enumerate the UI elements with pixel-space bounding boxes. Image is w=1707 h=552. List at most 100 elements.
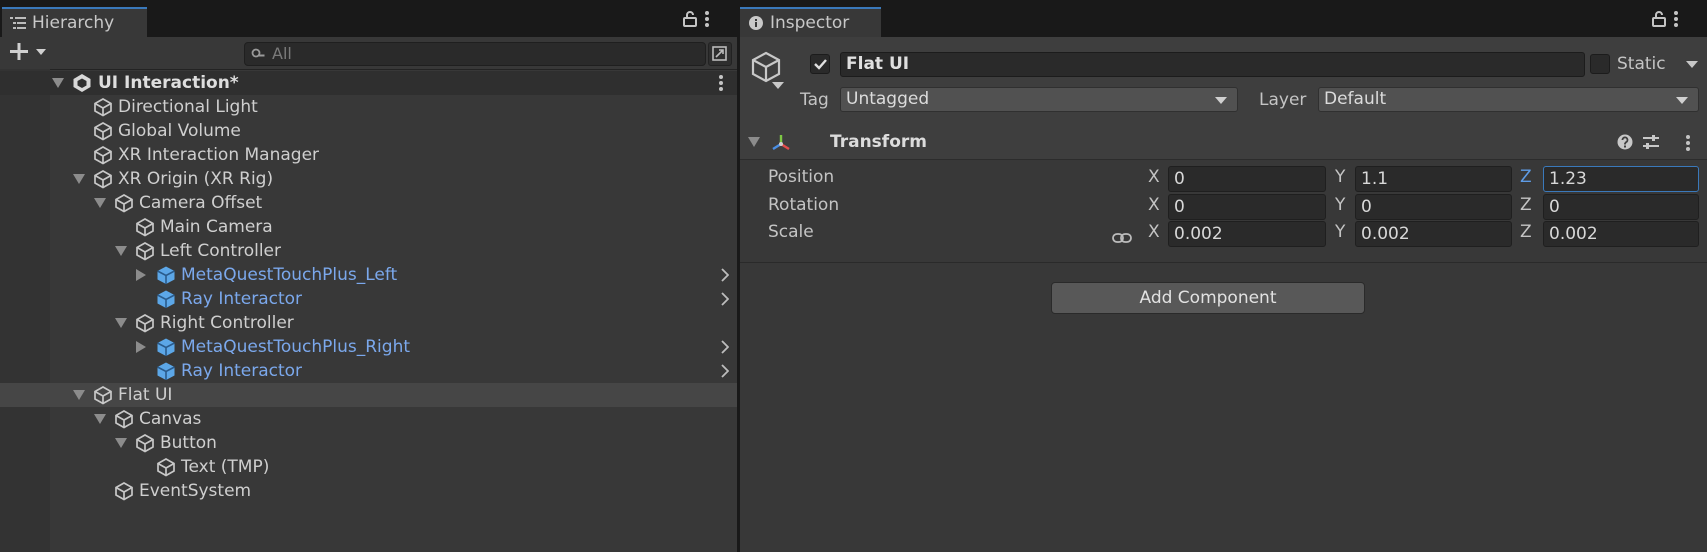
more-options-icon[interactable] (705, 11, 709, 27)
scale-z-field[interactable]: 0.002 (1543, 221, 1699, 247)
chevron-right-icon[interactable] (721, 340, 729, 354)
collapse-arrow-icon[interactable] (136, 269, 146, 281)
item-label: XR Origin (XR Rig) (118, 169, 274, 189)
expand-arrow-icon[interactable] (73, 390, 85, 400)
static-checkbox[interactable] (1590, 54, 1610, 74)
chevron-right-icon[interactable] (721, 268, 729, 282)
expand-arrow-icon[interactable] (94, 198, 106, 208)
static-dropdown-arrow[interactable] (1686, 61, 1698, 69)
gameobject-icon[interactable] (750, 50, 782, 84)
hierarchy-item[interactable]: Ray Interactor (0, 359, 737, 383)
hierarchy-panel: Hierarchy All UI Interaction* Directional… (0, 0, 737, 552)
expand-arrow-icon[interactable] (52, 78, 64, 88)
more-options-icon[interactable] (1686, 135, 1690, 151)
tab-hierarchy[interactable]: Hierarchy (2, 7, 147, 37)
hierarchy-item[interactable]: Directional Light (0, 95, 737, 119)
transform-header[interactable]: Transform (740, 127, 1707, 160)
position-z-field[interactable]: 1.23 (1543, 166, 1699, 192)
item-label: Flat UI (118, 385, 173, 405)
collapse-arrow-icon[interactable] (136, 341, 146, 353)
chevron-right-icon[interactable] (721, 292, 729, 306)
tab-label: Inspector (770, 13, 850, 33)
hierarchy-item[interactable]: Ray Interactor (0, 287, 737, 311)
active-checkbox[interactable] (810, 54, 830, 74)
x-axis-label[interactable]: X (1148, 195, 1160, 215)
y-axis-label[interactable]: Y (1335, 195, 1345, 215)
layer-label: Layer (1259, 90, 1307, 110)
position-label: Position (768, 167, 835, 187)
object-name-field[interactable]: Flat UI (840, 52, 1585, 77)
item-label: Button (160, 433, 217, 453)
lock-icon[interactable] (1652, 11, 1666, 27)
rotation-x-field[interactable]: 0 (1168, 194, 1326, 220)
rotation-z-field[interactable]: 0 (1543, 194, 1699, 220)
expand-arrow-icon[interactable] (73, 174, 85, 184)
rotation-label: Rotation (768, 195, 840, 215)
item-label: Right Controller (160, 313, 294, 333)
more-options-icon[interactable] (719, 75, 723, 91)
gameobject-icon (114, 193, 134, 213)
inspector-panel: Inspector Flat UI Static Tag Untagged La… (740, 0, 1707, 552)
search-input[interactable]: All (244, 42, 706, 66)
more-options-icon[interactable] (1674, 11, 1678, 27)
item-label: Left Controller (160, 241, 282, 261)
hierarchy-item[interactable]: Button (0, 431, 737, 455)
scale-x-field[interactable]: 0.002 (1168, 221, 1326, 247)
z-axis-label[interactable]: Z (1520, 167, 1532, 187)
hierarchy-item[interactable]: Flat UI (0, 383, 737, 407)
hierarchy-item[interactable]: XR Interaction Manager (0, 143, 737, 167)
hierarchy-item[interactable]: MetaQuestTouchPlus_Left (0, 263, 737, 287)
add-component-button[interactable]: Add Component (1051, 282, 1365, 314)
item-label: Camera Offset (139, 193, 263, 213)
icon-dropdown-arrow[interactable] (772, 82, 784, 90)
hierarchy-item[interactable]: Canvas (0, 407, 737, 431)
item-label: Text (TMP) (181, 457, 270, 477)
link-icon[interactable] (1112, 231, 1132, 245)
hierarchy-item[interactable]: Global Volume (0, 119, 737, 143)
gameobject-header (740, 37, 1707, 128)
expand-arrow-icon[interactable] (115, 438, 127, 448)
create-button[interactable] (10, 43, 48, 61)
chevron-right-icon[interactable] (721, 364, 729, 378)
scale-y-field[interactable]: 0.002 (1355, 221, 1512, 247)
position-y-field[interactable]: 1.1 (1355, 166, 1512, 192)
hierarchy-item[interactable]: Main Camera (0, 215, 737, 239)
hierarchy-item[interactable]: MetaQuestTouchPlus_Right (0, 335, 737, 359)
unity-scene-icon (72, 73, 92, 93)
expand-arrow-icon[interactable] (115, 318, 127, 328)
y-axis-label[interactable]: Y (1335, 167, 1345, 187)
search-icon (251, 48, 265, 60)
y-axis-label[interactable]: Y (1335, 222, 1345, 242)
hierarchy-item[interactable]: XR Origin (XR Rig) (0, 167, 737, 191)
component-separator (740, 262, 1707, 263)
expand-arrow-icon[interactable] (115, 246, 127, 256)
hierarchy-item[interactable]: Right Controller (0, 311, 737, 335)
gameobject-icon (135, 313, 155, 333)
item-label: Ray Interactor (181, 289, 303, 309)
hierarchy-item[interactable]: Left Controller (0, 239, 737, 263)
item-label: Directional Light (118, 97, 258, 117)
expand-arrow-icon[interactable] (94, 414, 106, 424)
x-axis-label[interactable]: X (1148, 222, 1160, 242)
rotation-y-field[interactable]: 0 (1355, 194, 1512, 220)
preset-sliders-icon[interactable] (1642, 134, 1660, 150)
foldout-arrow-icon[interactable] (748, 137, 760, 147)
tab-inspector[interactable]: Inspector (740, 7, 881, 37)
hierarchy-item[interactable]: EventSystem (0, 479, 737, 503)
tag-value: Untagged (846, 89, 930, 109)
chevron-down-icon (1676, 97, 1688, 104)
lock-icon[interactable] (683, 11, 697, 27)
position-x-field[interactable]: 0 (1168, 166, 1326, 192)
x-axis-label[interactable]: X (1148, 167, 1160, 187)
z-axis-label[interactable]: Z (1520, 195, 1532, 215)
search-options-button[interactable] (708, 42, 732, 66)
scene-row[interactable]: UI Interaction* (0, 71, 737, 95)
tag-dropdown[interactable]: Untagged (840, 87, 1238, 112)
help-icon[interactable] (1617, 134, 1633, 150)
layer-dropdown[interactable]: Default (1318, 87, 1699, 112)
hierarchy-item[interactable]: Camera Offset (0, 191, 737, 215)
transform-icon (770, 133, 792, 153)
z-axis-label[interactable]: Z (1520, 222, 1532, 242)
item-label: UI Interaction* (98, 73, 239, 93)
hierarchy-item[interactable]: Text (TMP) (0, 455, 737, 479)
